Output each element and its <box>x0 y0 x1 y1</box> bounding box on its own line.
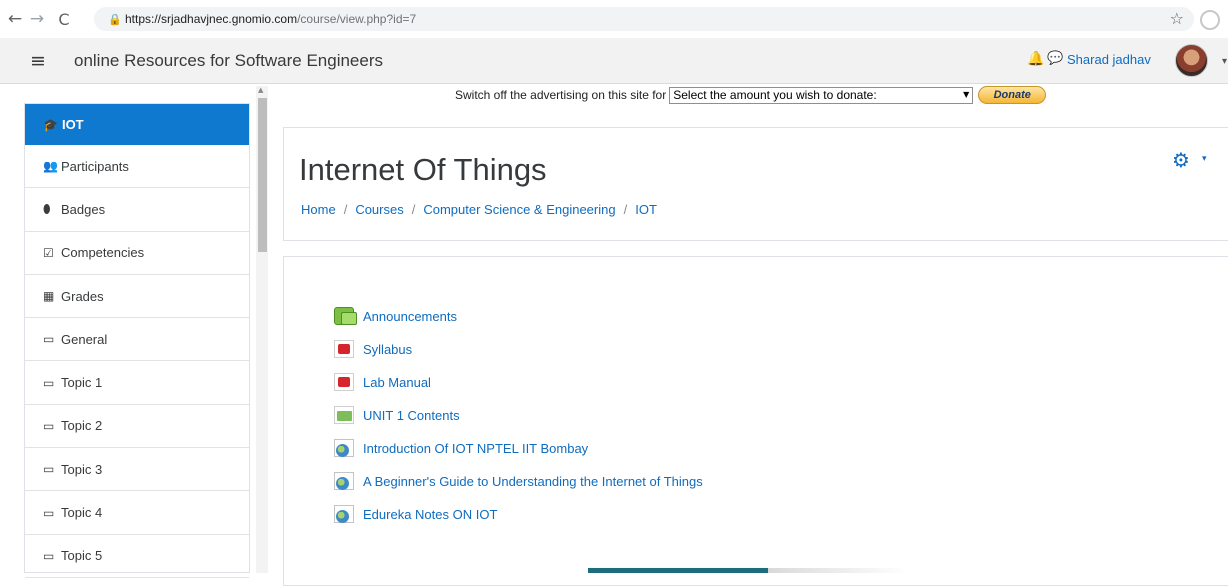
course-nav-drawer: 🎓 IOT 👥 Participants ⬮ Badges ☑ Competen… <box>24 103 250 578</box>
table-icon: ▦ <box>43 289 55 304</box>
sidebar-item-general[interactable]: ▭ General <box>25 318 249 362</box>
donate-banner: Switch off the advertising on this site … <box>455 86 1047 104</box>
url-text[interactable]: https://srjadhavjnec.gnomio.com/course/v… <box>125 12 416 26</box>
breadcrumb-home[interactable]: Home <box>301 202 336 217</box>
bookmark-star-icon[interactable]: ☆ <box>1170 9 1184 28</box>
pdf-icon <box>334 373 354 391</box>
breadcrumb-separator: / <box>411 202 416 217</box>
resource-syllabus[interactable]: Syllabus <box>334 340 412 358</box>
sidebar-item-label: Competencies <box>61 245 145 261</box>
pdf-icon <box>334 340 354 358</box>
back-arrow-icon[interactable]: ← <box>4 9 26 29</box>
lock-icon: 🔒 <box>108 12 122 26</box>
sidebar-scroll-thumb[interactable] <box>258 98 267 252</box>
user-avatar[interactable] <box>1175 44 1208 77</box>
sidebar-item-topic-1[interactable]: ▭ Topic 1 <box>25 361 249 405</box>
folder-icon: ▭ <box>43 332 55 347</box>
resource-lab-manual[interactable]: Lab Manual <box>334 373 431 391</box>
graduation-cap-icon: 🎓 <box>43 117 58 132</box>
sidebar-item-topic-3[interactable]: ▭ Topic 3 <box>25 448 249 492</box>
spreadsheet-icon <box>334 406 354 424</box>
activity-announcements[interactable]: Announcements <box>334 307 457 325</box>
ad-banner-edge <box>588 568 768 573</box>
site-name-link[interactable]: online Resources for Software Engineers <box>74 51 383 71</box>
donate-button[interactable]: Donate <box>978 86 1047 104</box>
resource-link[interactable]: A Beginner's Guide to Understanding the … <box>363 474 703 489</box>
scroll-up-arrow-icon[interactable]: ▲ <box>258 86 263 94</box>
forward-arrow-icon[interactable]: → <box>26 9 48 29</box>
course-header: Internet Of Things Home / Courses / Comp… <box>283 127 1228 241</box>
donate-text: Switch off the advertising on this site … <box>455 88 667 102</box>
sidebar-item-competencies[interactable]: ☑ Competencies <box>25 232 249 275</box>
breadcrumb-courses[interactable]: Courses <box>355 202 403 217</box>
breadcrumb-separator: / <box>343 202 348 217</box>
sidebar-item-label: Topic 1 <box>61 375 103 391</box>
chevron-down-icon[interactable]: ▾ <box>1202 154 1207 164</box>
sidebar-item-participants[interactable]: 👥 Participants <box>25 145 249 189</box>
sidebar-item-topic-4[interactable]: ▭ Topic 4 <box>25 491 249 535</box>
resource-link[interactable]: UNIT 1 Contents <box>363 408 460 423</box>
resource-link[interactable]: Introduction Of IOT NPTEL IIT Bombay <box>363 441 588 456</box>
activity-link[interactable]: Announcements <box>363 309 457 324</box>
sidebar-item-label: General <box>61 331 108 347</box>
user-menu-caret-icon[interactable]: ▾ <box>1222 56 1227 67</box>
shield-icon: ⬮ <box>43 201 51 216</box>
resource-link[interactable]: Edureka Notes ON IOT <box>363 507 497 522</box>
users-icon: 👥 <box>43 159 58 174</box>
address-bar[interactable]: 🔒 https://srjadhavjnec.gnomio.com/course… <box>94 7 1194 31</box>
sidebar-item-label: Participants <box>61 158 129 174</box>
sidebar-item-topic-2[interactable]: ▭ Topic 2 <box>25 405 249 449</box>
sidebar-item-label: Badges <box>61 201 106 217</box>
user-menu-name[interactable]: Sharad jadhav <box>1067 52 1151 67</box>
url-edureka-notes-iot[interactable]: Edureka Notes ON IOT <box>334 505 497 523</box>
resource-unit-1-contents[interactable]: UNIT 1 Contents <box>334 406 460 424</box>
forum-icon <box>334 307 357 325</box>
web-link-icon <box>334 505 354 523</box>
folder-icon: ▭ <box>43 375 55 390</box>
sidebar-item-grades[interactable]: ▦ Grades <box>25 275 249 319</box>
url-intro-iot-nptel[interactable]: Introduction Of IOT NPTEL IIT Bombay <box>334 439 588 457</box>
breadcrumb-category[interactable]: Computer Science & Engineering <box>423 202 615 217</box>
resource-link[interactable]: Syllabus <box>363 342 412 357</box>
ad-banner-fade <box>768 568 908 573</box>
folder-icon: ▭ <box>43 462 55 477</box>
menu-toggle-icon[interactable]: ≡ <box>22 46 54 76</box>
sidebar-item-label: Topic 4 <box>61 505 103 521</box>
url-beginners-guide-iot[interactable]: A Beginner's Guide to Understanding the … <box>334 472 703 490</box>
sidebar-item-label: IOT <box>61 117 84 132</box>
sidebar-item-label: Grades <box>61 288 104 304</box>
breadcrumb: Home / Courses / Computer Science & Engi… <box>301 202 657 217</box>
site-navbar: ≡ online Resources for Software Engineer… <box>0 38 1228 84</box>
dropdown-arrow-icon: ▼ <box>963 89 970 99</box>
donate-amount-select[interactable]: Select the amount you wish to donate: ▼ <box>669 86 974 104</box>
breadcrumb-course[interactable]: IOT <box>635 202 657 217</box>
browser-toolbar: ← → C 🔒 https://srjadhavjnec.gnomio.com/… <box>0 0 1228 38</box>
sidebar-item-label: Topic 5 <box>61 548 103 564</box>
notifications-bell-icon[interactable]: 🔔 <box>1027 51 1044 67</box>
page-title: Internet Of Things <box>299 152 547 187</box>
gear-icon[interactable]: ⚙ <box>1172 148 1190 172</box>
folder-icon: ▭ <box>43 418 55 433</box>
sidebar-item-topic-5[interactable]: ▭ Topic 5 <box>25 535 249 578</box>
donate-select-value: Select the amount you wish to donate: <box>673 88 877 102</box>
messages-chat-icon[interactable]: 💬 <box>1047 51 1063 66</box>
course-content: Announcements Syllabus Lab Manual UNIT 1… <box>283 256 1228 586</box>
breadcrumb-separator: / <box>623 202 628 217</box>
reload-icon[interactable]: C <box>53 10 75 29</box>
web-link-icon <box>334 439 354 457</box>
sidebar-item-iot[interactable]: 🎓 IOT <box>25 104 249 145</box>
sidebar-item-label: Topic 2 <box>61 418 103 434</box>
folder-icon: ▭ <box>43 505 55 520</box>
sidebar-item-badges[interactable]: ⬮ Badges <box>25 188 249 232</box>
extension-icon[interactable] <box>1200 10 1220 30</box>
resource-link[interactable]: Lab Manual <box>363 375 431 390</box>
sidebar-item-label: Topic 3 <box>61 461 103 477</box>
checkbox-icon: ☑ <box>43 245 54 260</box>
web-link-icon <box>334 472 354 490</box>
folder-icon: ▭ <box>43 548 55 563</box>
